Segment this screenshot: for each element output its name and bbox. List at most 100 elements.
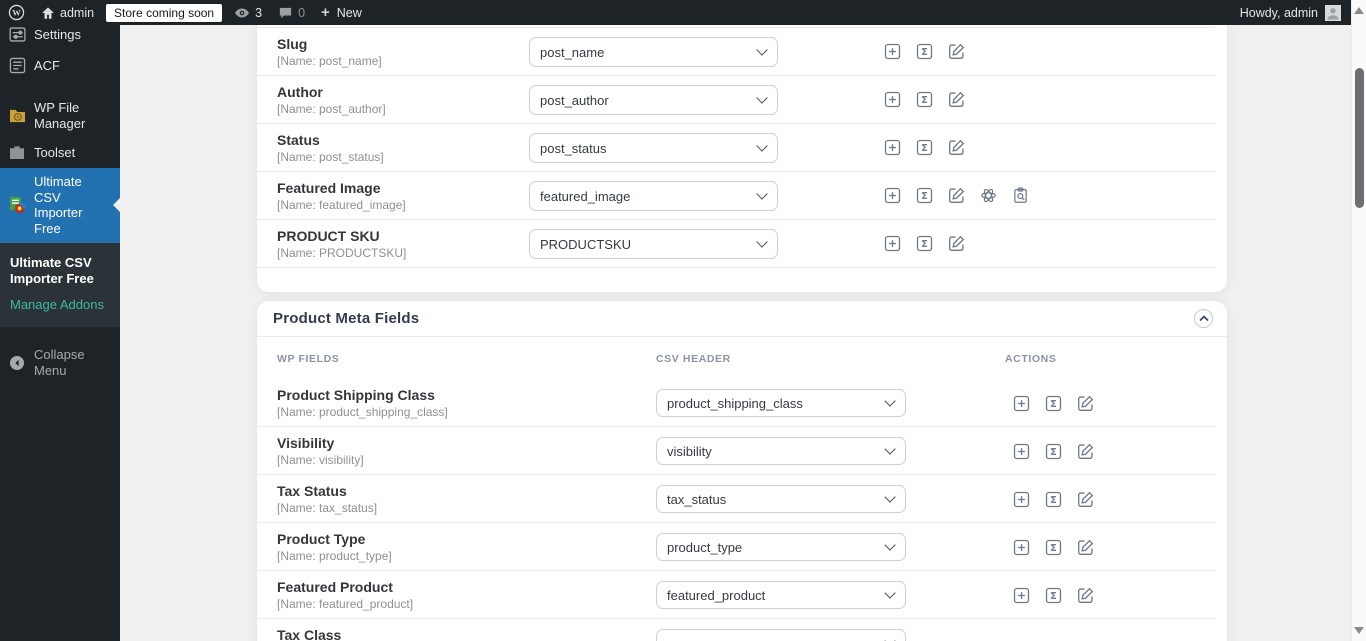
page-scrollbar[interactable]: [1351, 0, 1366, 641]
toolset-icon: [8, 145, 26, 161]
column-csv-header: CSV HEADER: [656, 353, 731, 365]
edit-icon[interactable]: [948, 91, 965, 108]
add-field-icon[interactable]: [884, 235, 901, 252]
avatar[interactable]: [1325, 4, 1341, 21]
csv-header-select[interactable]: PRODUCTSKU: [529, 229, 778, 259]
comments-count: 0: [298, 5, 306, 20]
chevron-down-icon: [884, 635, 896, 641]
wp-field-label: Slug: [277, 36, 308, 52]
row-actions: Σ: [884, 187, 1029, 204]
svg-text:Σ: Σ: [921, 191, 927, 202]
csv-header-select[interactable]: [656, 629, 906, 641]
edit-icon[interactable]: [948, 139, 965, 156]
csv-header-value: product_type: [667, 539, 743, 555]
wp-field-name: [Name: post_status]: [277, 150, 384, 164]
sigma-formula-icon[interactable]: Σ: [1045, 539, 1062, 556]
wp-logo-menu[interactable]: W: [0, 0, 33, 25]
csv-header-value: post_name: [540, 44, 605, 60]
sigma-formula-icon[interactable]: Σ: [916, 187, 933, 204]
new-label: New: [336, 5, 362, 20]
chevron-down-icon: [884, 539, 896, 551]
sigma-formula-icon[interactable]: Σ: [1045, 491, 1062, 508]
sidebar-item-ultimate-csv-importer-free[interactable]: Ultimate CSV Importer Free: [0, 168, 120, 243]
field-mapping-row: Tax Class: [257, 619, 1215, 641]
svg-text:Σ: Σ: [921, 47, 927, 58]
edit-icon[interactable]: [1077, 587, 1094, 604]
eye-icon: [235, 8, 250, 17]
submenu-item-manage-addons[interactable]: Manage Addons: [0, 291, 120, 318]
sidebar-item-label: Toolset: [34, 145, 76, 161]
chevron-down-icon: [756, 236, 768, 248]
edit-icon[interactable]: [1077, 443, 1094, 460]
edit-icon[interactable]: [1077, 491, 1094, 508]
views-menu[interactable]: 3: [226, 0, 270, 25]
howdy-account-menu[interactable]: Howdy, admin: [1240, 6, 1318, 20]
row-actions: Σ: [884, 91, 965, 108]
collapse-section-button[interactable]: [1194, 309, 1213, 328]
csv-header-select[interactable]: post_author: [529, 85, 778, 115]
csv-header-value: featured_product: [667, 587, 766, 603]
comments-menu[interactable]: 0: [270, 0, 313, 25]
scrollbar-thumb[interactable]: [1355, 68, 1364, 208]
product-meta-fields-card: Product Meta Fields WP FIELDS CSV HEADER…: [257, 301, 1227, 641]
csv-header-select[interactable]: product_type: [656, 533, 906, 561]
csv-importer-icon: [8, 196, 26, 214]
sigma-formula-icon[interactable]: Σ: [1045, 395, 1062, 412]
add-field-icon[interactable]: [1013, 491, 1030, 508]
svg-text:Σ: Σ: [921, 95, 927, 106]
csv-header-select[interactable]: featured_image: [529, 181, 778, 211]
add-field-icon[interactable]: [884, 139, 901, 156]
csv-header-select[interactable]: post_status: [529, 133, 778, 163]
edit-icon[interactable]: [1077, 539, 1094, 556]
section-header: Product Meta Fields: [257, 301, 1227, 337]
add-field-icon[interactable]: [1013, 587, 1030, 604]
sidebar-item-acf[interactable]: ACF: [0, 50, 120, 81]
chevron-up-icon: [1198, 315, 1209, 322]
row-actions: Σ: [884, 235, 965, 252]
wp-field-name: [Name: product_type]: [277, 549, 392, 563]
chevron-down-icon: [756, 188, 768, 200]
sigma-formula-icon[interactable]: Σ: [916, 235, 933, 252]
new-content-menu[interactable]: + New: [313, 0, 370, 25]
site-name-menu[interactable]: admin: [33, 0, 102, 25]
sigma-formula-icon[interactable]: Σ: [1045, 587, 1062, 604]
add-field-icon[interactable]: [1013, 395, 1030, 412]
add-field-icon[interactable]: [1013, 539, 1030, 556]
edit-icon[interactable]: [1077, 395, 1094, 412]
csv-header-select[interactable]: product_shipping_class: [656, 389, 906, 417]
sigma-formula-icon[interactable]: Σ: [916, 43, 933, 60]
csv-header-select[interactable]: tax_status: [656, 485, 906, 513]
ai-spiral-icon[interactable]: [980, 187, 997, 204]
csv-header-select[interactable]: featured_product: [656, 581, 906, 609]
edit-icon[interactable]: [948, 187, 965, 204]
add-field-icon[interactable]: [884, 43, 901, 60]
field-mapping-row: Featured Product [Name: featured_product]…: [257, 571, 1215, 619]
field-mapping-row: Status [Name: post_status] post_status Σ: [257, 124, 1215, 172]
add-field-icon[interactable]: [884, 91, 901, 108]
chevron-down-icon: [884, 587, 896, 599]
coming-soon-badge[interactable]: Store coming soon: [106, 3, 223, 22]
add-field-icon[interactable]: [884, 187, 901, 204]
scrollbar-up-arrow[interactable]: [1354, 7, 1364, 14]
sigma-formula-icon[interactable]: Σ: [916, 139, 933, 156]
chevron-down-icon: [756, 140, 768, 152]
clipboard-search-icon[interactable]: [1012, 187, 1029, 204]
submenu-current-item[interactable]: Ultimate CSV Importer Free: [0, 250, 120, 292]
sidebar-item-toolset[interactable]: Toolset: [0, 138, 120, 168]
sigma-formula-icon[interactable]: Σ: [1045, 443, 1062, 460]
csv-header-select[interactable]: post_name: [529, 37, 778, 67]
collapse-menu-button[interactable]: Collapse Menu: [0, 340, 120, 385]
settings-icon: [8, 26, 26, 43]
sigma-formula-icon[interactable]: Σ: [916, 91, 933, 108]
column-actions: ACTIONS: [1005, 353, 1057, 365]
row-actions: Σ: [1013, 587, 1094, 604]
csv-header-select[interactable]: visibility: [656, 437, 906, 465]
edit-icon[interactable]: [948, 43, 965, 60]
row-actions: Σ: [1013, 491, 1094, 508]
add-field-icon[interactable]: [1013, 443, 1030, 460]
csv-header-value: featured_image: [540, 188, 631, 204]
collapse-arrow-icon: [8, 355, 26, 371]
sidebar-item-wp-file-manager[interactable]: WP File Manager: [0, 93, 120, 138]
edit-icon[interactable]: [948, 235, 965, 252]
scrollbar-down-arrow[interactable]: [1354, 627, 1364, 634]
